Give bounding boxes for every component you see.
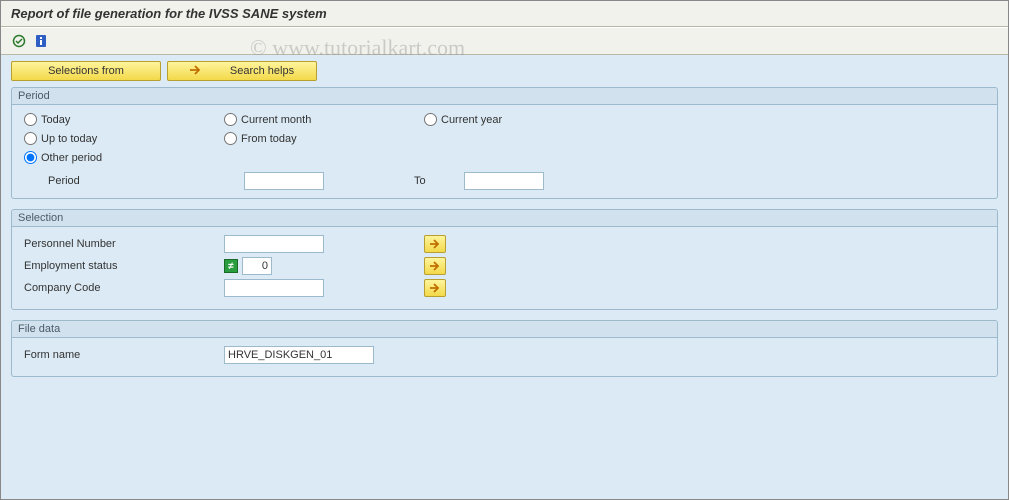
info-icon[interactable] — [31, 31, 51, 51]
period-to-input[interactable] — [464, 172, 544, 190]
button-row: Selections from Search helps — [11, 61, 998, 81]
period-from-input[interactable] — [244, 172, 324, 190]
radio-from-today-input[interactable] — [224, 132, 237, 145]
employment-status-label: Employment status — [24, 260, 224, 272]
selection-group-title: Selection — [12, 210, 997, 227]
title-text: Report of file generation for the IVSS S… — [11, 6, 327, 21]
company-code-multiple-button[interactable] — [424, 279, 446, 297]
content-area: Selections from Search helps Period Toda… — [1, 55, 1008, 393]
selections-from-label: Selections from — [48, 65, 124, 77]
radio-other-period-input[interactable] — [24, 151, 37, 164]
period-radio-grid: Today Current month Current year Up to t… — [24, 113, 985, 164]
radio-current-year-input[interactable] — [424, 113, 437, 126]
period-to-label: To — [414, 175, 454, 187]
radio-current-year-label: Current year — [441, 114, 502, 126]
radio-today-label: Today — [41, 114, 70, 126]
radio-current-month-input[interactable] — [224, 113, 237, 126]
personnel-number-multiple-button[interactable] — [424, 235, 446, 253]
period-group-title: Period — [12, 88, 997, 105]
not-equal-icon[interactable]: ≠ — [224, 259, 238, 273]
period-label: Period — [48, 175, 234, 187]
period-date-row: Period To — [24, 172, 985, 190]
personnel-number-input[interactable] — [224, 235, 324, 253]
radio-current-year[interactable]: Current year — [424, 113, 624, 126]
radio-from-today[interactable]: From today — [224, 132, 424, 145]
radio-today[interactable]: Today — [24, 113, 224, 126]
execute-icon[interactable] — [9, 31, 29, 51]
selection-group: Selection Personnel Number Employment st… — [11, 209, 998, 310]
employment-status-input[interactable] — [242, 257, 272, 275]
radio-today-input[interactable] — [24, 113, 37, 126]
page-title: Report of file generation for the IVSS S… — [1, 1, 1008, 27]
file-data-group-title: File data — [12, 321, 997, 338]
form-name-row: Form name — [24, 346, 985, 364]
search-helps-label: Search helps — [230, 65, 294, 77]
arrow-right-icon — [190, 65, 202, 78]
radio-other-period[interactable]: Other period — [24, 151, 224, 164]
radio-from-today-label: From today — [241, 133, 297, 145]
radio-up-to-today-label: Up to today — [41, 133, 97, 145]
app-toolbar — [1, 27, 1008, 55]
search-helps-button[interactable]: Search helps — [167, 61, 317, 81]
form-name-label: Form name — [24, 349, 224, 361]
form-name-input[interactable] — [224, 346, 374, 364]
radio-current-month[interactable]: Current month — [224, 113, 424, 126]
radio-current-month-label: Current month — [241, 114, 311, 126]
personnel-number-label: Personnel Number — [24, 238, 224, 250]
file-data-group: File data Form name — [11, 320, 998, 377]
company-code-input[interactable] — [224, 279, 324, 297]
employment-status-row: Employment status ≠ — [24, 257, 985, 275]
radio-up-to-today[interactable]: Up to today — [24, 132, 224, 145]
company-code-row: Company Code — [24, 279, 985, 297]
radio-other-period-label: Other period — [41, 152, 102, 164]
selections-from-button[interactable]: Selections from — [11, 61, 161, 81]
employment-status-multiple-button[interactable] — [424, 257, 446, 275]
personnel-number-row: Personnel Number — [24, 235, 985, 253]
company-code-label: Company Code — [24, 282, 224, 294]
radio-up-to-today-input[interactable] — [24, 132, 37, 145]
period-group: Period Today Current month Current year … — [11, 87, 998, 199]
